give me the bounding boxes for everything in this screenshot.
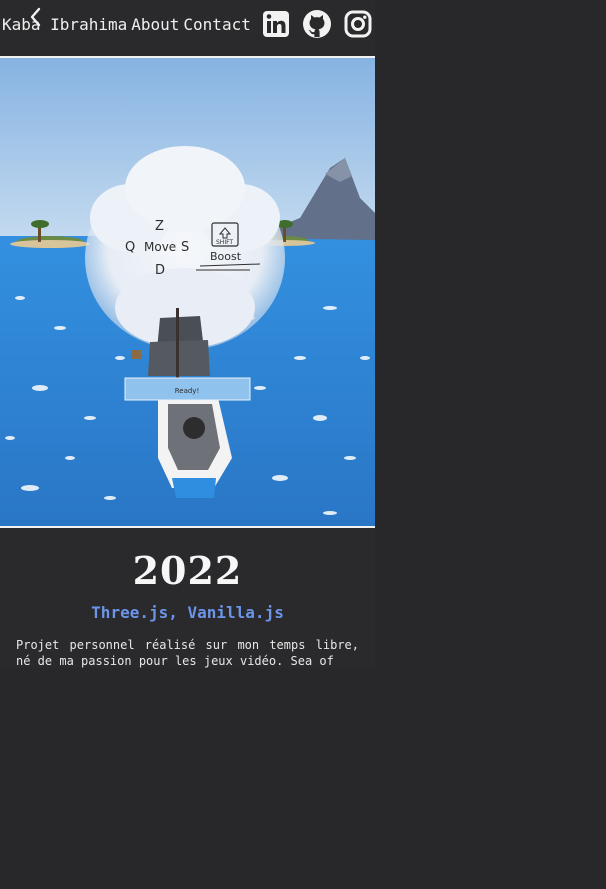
about-link[interactable]: About bbox=[131, 15, 179, 34]
top-navbar: Kaba Ibrahima About Contact bbox=[0, 0, 375, 48]
game-scene: Z Q Move S D SHIFT Boost Ready! bbox=[0, 58, 375, 526]
social-links bbox=[261, 9, 374, 40]
page: Kaba Ibrahima About Contact Z Q Move S D… bbox=[0, 0, 606, 889]
back-button[interactable] bbox=[26, 6, 44, 32]
svg-text:Boost: Boost bbox=[210, 250, 242, 263]
project-year: 2022 bbox=[132, 548, 243, 593]
svg-text:S: S bbox=[181, 240, 189, 255]
svg-text:D: D bbox=[155, 263, 165, 278]
project-screenshot: Z Q Move S D SHIFT Boost Ready! bbox=[0, 56, 375, 528]
linkedin-icon[interactable] bbox=[261, 9, 292, 40]
chevron-left-icon bbox=[28, 6, 42, 32]
project-description: Projet personnel réalisé sur mon temps l… bbox=[16, 638, 359, 668]
github-icon[interactable] bbox=[302, 9, 333, 40]
svg-text:Ready!: Ready! bbox=[175, 387, 200, 395]
svg-text:Z: Z bbox=[155, 219, 164, 234]
svg-text:Q: Q bbox=[125, 240, 135, 255]
project-tech-stack: Three.js, Vanilla.js bbox=[91, 603, 284, 622]
instagram-icon[interactable] bbox=[343, 9, 374, 40]
ready-banner: Ready! bbox=[124, 377, 251, 401]
svg-text:SHIFT: SHIFT bbox=[216, 239, 233, 246]
site-name-link[interactable]: Kaba Ibrahima bbox=[2, 15, 127, 34]
project-panel: Kaba Ibrahima About Contact Z Q Move S D… bbox=[0, 0, 375, 668]
svg-text:Move: Move bbox=[144, 240, 176, 254]
contact-link[interactable]: Contact bbox=[183, 15, 250, 34]
